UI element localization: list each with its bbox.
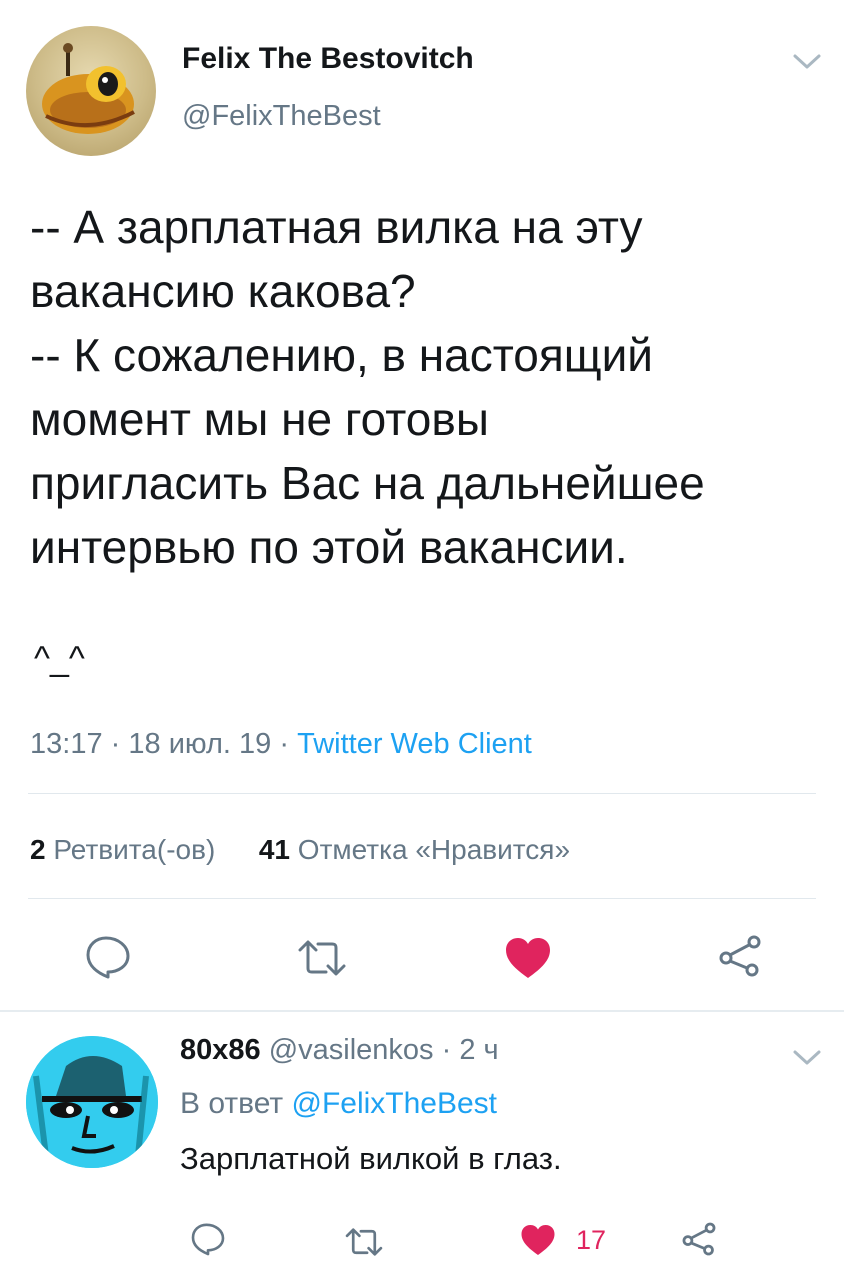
- retweets-label: Ретвита(-ов): [53, 834, 216, 865]
- meta-separator: ·: [441, 1034, 452, 1066]
- retweet-icon[interactable]: [344, 1228, 384, 1256]
- tweet-time[interactable]: 13:17: [30, 728, 103, 760]
- tweet-text: -- А зарплатная вилка на эту вакансию ка…: [30, 195, 830, 579]
- retweet-icon[interactable]: [296, 940, 348, 976]
- share-icon[interactable]: [716, 934, 764, 978]
- share-icon[interactable]: [680, 1221, 718, 1257]
- in-reply-to: В ответ @FelixTheBest: [180, 1087, 497, 1121]
- section-separator: [0, 1010, 844, 1012]
- tweet-date[interactable]: 18 июл. 19: [128, 728, 271, 760]
- author-name[interactable]: Felix The Bestovitch: [182, 42, 474, 76]
- reply-icon[interactable]: [190, 1222, 226, 1256]
- reply-author-handle[interactable]: @vasilenkos: [269, 1034, 434, 1066]
- tweet-text-line: вакансию какова?: [30, 265, 416, 317]
- reply-author-name[interactable]: 80x86: [180, 1034, 261, 1066]
- author-handle[interactable]: @FelixTheBest: [182, 100, 381, 133]
- reply-time[interactable]: 2 ч: [459, 1034, 498, 1066]
- heart-icon[interactable]: [504, 936, 552, 980]
- tweet-meta: 13:17 · 18 июл. 19 · Twitter Web Client: [30, 728, 532, 761]
- divider: [28, 793, 816, 794]
- pixel-face-avatar-image: [26, 1036, 158, 1168]
- reply-header: 80x86 @vasilenkos · 2 ч: [180, 1034, 499, 1067]
- reply-likes-count: 17: [576, 1224, 607, 1255]
- tweet-text-line: -- К сожалению, в настоящий: [30, 329, 653, 381]
- likes-count: 41: [258, 834, 291, 865]
- meta-separator: ·: [279, 728, 290, 760]
- tweet-text-line: интервью по этой вакансии.: [30, 521, 628, 573]
- tweet-text-line: пригласить Вас на дальнейшее: [30, 457, 705, 509]
- frog-avatar-image: [42, 43, 135, 134]
- divider: [28, 898, 816, 899]
- author-avatar[interactable]: [26, 26, 156, 156]
- in-reply-prefix: В ответ: [180, 1087, 284, 1120]
- chevron-down-icon[interactable]: [792, 52, 822, 72]
- retweets-stat[interactable]: 2 Ретвита(-ов): [30, 834, 223, 865]
- reply-text: Зарплатной вилкой в глаз.: [180, 1141, 562, 1176]
- tweet-stats: 2 Ретвита(-ов) 41 Отметка «Нравится»: [30, 834, 570, 866]
- meta-separator: ·: [110, 728, 121, 760]
- retweets-count: 2: [30, 834, 46, 865]
- in-reply-handle[interactable]: @FelixTheBest: [291, 1087, 497, 1120]
- heart-icon: [520, 1223, 556, 1257]
- chevron-down-icon[interactable]: [792, 1048, 822, 1068]
- reply-icon[interactable]: [84, 935, 132, 979]
- tweet-emoticon: ^_^: [34, 640, 85, 678]
- tweet-source[interactable]: Twitter Web Client: [297, 728, 532, 760]
- reply-like-button[interactable]: 17: [520, 1222, 606, 1258]
- tweet-text-line: момент мы не готовы: [30, 393, 489, 445]
- likes-stat[interactable]: 41 Отметка «Нравится»: [259, 834, 570, 865]
- reply-author-avatar[interactable]: [26, 1036, 158, 1168]
- likes-label: Отметка «Нравится»: [297, 834, 571, 865]
- tweet-text-line: -- А зарплатная вилка на эту: [30, 201, 643, 253]
